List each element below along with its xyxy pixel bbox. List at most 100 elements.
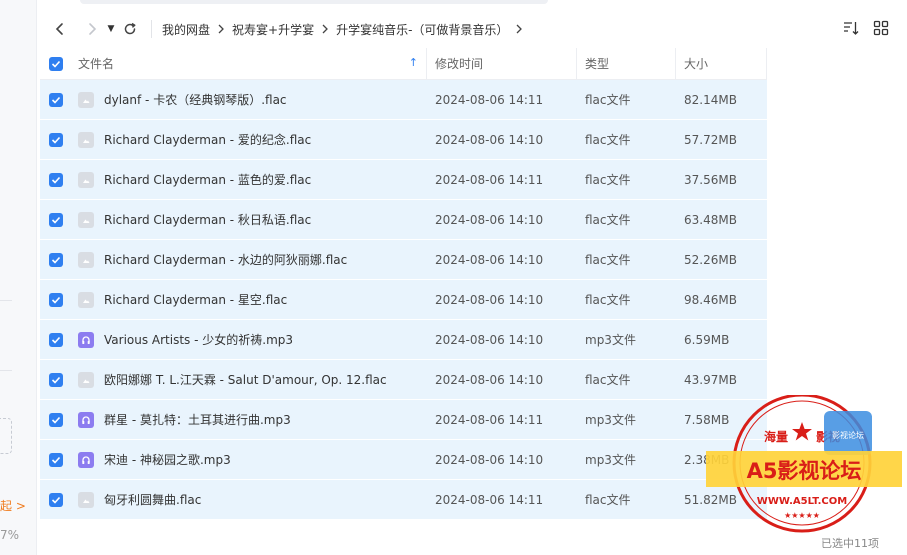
- file-type-cell: flac文件: [577, 120, 676, 159]
- file-type: mp3文件: [585, 413, 636, 427]
- modified-time-cell: 2024-08-06 14:10: [427, 240, 577, 279]
- file-type: flac文件: [585, 253, 631, 267]
- modified-time: 2024-08-06 14:10: [435, 372, 544, 387]
- file-icon: [83, 219, 90, 223]
- file-name-cell[interactable]: Richard Clayderman - 蓝色的爱.flac: [72, 160, 427, 199]
- row-checkbox[interactable]: [49, 452, 63, 467]
- file-name-cell[interactable]: Richard Clayderman - 秋日私语.flac: [72, 200, 427, 239]
- row-check-cell: [40, 80, 72, 119]
- file-name-cell[interactable]: 匈牙利圆舞曲.flac: [72, 480, 427, 519]
- breadcrumb: 我的网盘 祝寿宴+升学宴 升学宴纯音乐-（可做背景音乐）: [162, 21, 530, 38]
- table-row[interactable]: Various Artists - 少女的祈祷.mp3 2024-08-06 14…: [40, 320, 767, 360]
- file-name: Richard Clayderman - 蓝色的爱.flac: [104, 173, 312, 187]
- sidebar-fragment: 7%: [0, 528, 20, 542]
- file-type: flac文件: [585, 373, 631, 387]
- row-check-cell: [40, 240, 72, 279]
- row-checkbox[interactable]: [49, 332, 63, 347]
- row-check-cell: [40, 400, 72, 439]
- file-name-cell[interactable]: dylanf - 卡农（经典钢琴版）.flac: [72, 80, 427, 119]
- headphones-icon: [82, 335, 90, 344]
- sidebar-divider: [0, 370, 12, 371]
- grid-view-icon[interactable]: [873, 20, 889, 36]
- file-name-cell[interactable]: 宋迪 - 神秘园之歌.mp3: [72, 440, 427, 479]
- file-size-cell: 52.26MB: [676, 240, 767, 279]
- table-header: 文件名 ↑ 修改时间 类型 大小: [40, 48, 767, 80]
- column-header-label: 修改时间: [435, 57, 484, 71]
- modified-time-cell: 2024-08-06 14:10: [427, 440, 577, 479]
- file-name-cell[interactable]: 欧阳娜娜 T. L.江天霖 - Salut D'amour, Op. 12.fl…: [72, 360, 427, 399]
- table-row[interactable]: Richard Clayderman - 秋日私语.flac 2024-08-06…: [40, 200, 767, 240]
- row-checkbox[interactable]: [49, 212, 63, 227]
- modified-time: 2024-08-06 14:11: [435, 172, 544, 187]
- breadcrumb-separator-icon[interactable]: [515, 24, 523, 34]
- file-type-cell: mp3文件: [577, 320, 676, 359]
- back-button[interactable]: [47, 16, 73, 42]
- file-name: Richard Clayderman - 爱的纪念.flac: [104, 133, 312, 147]
- table-row[interactable]: 群星 - 莫扎特：土耳其进行曲.mp3 2024-08-06 14:11 mp3文件…: [40, 400, 767, 440]
- forum-watermark-stamp: 海量 影视 影视论坛 A5影视论坛 WWW.A5LT.COM ★★★★★: [706, 395, 902, 533]
- row-checkbox[interactable]: [49, 412, 63, 427]
- table-row[interactable]: 匈牙利圆舞曲.flac 2024-08-06 14:11 flac文件 51.82MB: [40, 480, 767, 520]
- file-type: mp3文件: [585, 333, 636, 347]
- file-type-cell: mp3文件: [577, 400, 676, 439]
- file-type-cell: flac文件: [577, 480, 676, 519]
- row-checkbox[interactable]: [49, 292, 63, 307]
- file-type: flac文件: [585, 93, 631, 107]
- row-check-cell: [40, 200, 72, 239]
- column-header-type[interactable]: 类型: [577, 48, 676, 79]
- sort-icon[interactable]: [843, 20, 859, 36]
- table-row[interactable]: Richard Clayderman - 水边的阿狄丽娜.flac 2024-08…: [40, 240, 767, 280]
- stamp-stars: ★★★★★: [784, 511, 820, 520]
- row-checkbox[interactable]: [49, 252, 63, 267]
- file-size-cell: 63.48MB: [676, 200, 767, 239]
- file-name-cell[interactable]: Richard Clayderman - 星空.flac: [72, 280, 427, 319]
- stamp-url: WWW.A5LT.COM: [757, 496, 847, 507]
- sidebar-drop-zone[interactable]: [0, 418, 12, 454]
- breadcrumb-item[interactable]: 我的网盘: [162, 21, 210, 38]
- file-name-cell[interactable]: 群星 - 莫扎特：土耳其进行曲.mp3: [72, 400, 427, 439]
- refresh-button[interactable]: [117, 16, 143, 42]
- file-type-cell: flac文件: [577, 240, 676, 279]
- modified-time: 2024-08-06 14:10: [435, 132, 544, 147]
- row-checkbox[interactable]: [49, 92, 63, 107]
- history-dropdown-icon[interactable]: ▼: [105, 24, 117, 34]
- column-header-name[interactable]: 文件名 ↑: [72, 48, 427, 79]
- table-row[interactable]: 宋迪 - 神秘园之歌.mp32024-08-06 14:10mp3文件2.38M…: [40, 440, 767, 480]
- modified-time: 2024-08-06 14:10: [435, 212, 544, 227]
- flac-file-icon: [78, 91, 94, 108]
- select-all-checkbox[interactable]: [49, 56, 63, 71]
- row-checkbox[interactable]: [49, 492, 63, 507]
- table-row[interactable]: Richard Clayderman - 爱的纪念.flac 2024-08-06…: [40, 120, 767, 160]
- file-type: flac文件: [585, 493, 631, 507]
- column-header-size[interactable]: 大小: [676, 48, 767, 79]
- row-checkbox[interactable]: [49, 372, 63, 387]
- file-name-cell[interactable]: Various Artists - 少女的祈祷.mp3: [72, 320, 427, 359]
- file-icon: [83, 99, 90, 103]
- toolbar: ▼ 我的网盘 祝寿宴+升学宴 升学宴纯音乐-（可做背景音乐）: [37, 10, 907, 48]
- row-checkbox[interactable]: [49, 132, 63, 147]
- file-name-cell[interactable]: Richard Clayderman - 水边的阿狄丽娜.flac: [72, 240, 427, 279]
- table-row[interactable]: Richard Clayderman - 星空.flac 2024-08-06 1…: [40, 280, 767, 320]
- file-size: 43.97MB: [684, 372, 737, 387]
- forward-button[interactable]: [79, 16, 105, 42]
- table-row[interactable]: dylanf - 卡农（经典钢琴版）.flac 2024-08-06 14:11 f…: [40, 80, 767, 120]
- file-icon: [83, 499, 90, 503]
- table-body: dylanf - 卡农（经典钢琴版）.flac 2024-08-06 14:11 f…: [40, 80, 767, 520]
- file-size: 82.14MB: [684, 92, 737, 107]
- table-row[interactable]: Richard Clayderman - 蓝色的爱.flac 2024-08-06…: [40, 160, 767, 200]
- row-checkbox[interactable]: [49, 172, 63, 187]
- sidebar-fragment[interactable]: 起 >: [0, 497, 26, 514]
- file-name: 欧阳娜娜 T. L.江天霖 - Salut D'amour, Op. 12.fl…: [104, 373, 387, 387]
- stamp-badge-text: 影视论坛: [832, 430, 864, 440]
- sidebar: 起 > 7%: [0, 0, 37, 555]
- breadcrumb-item[interactable]: 祝寿宴+升学宴: [232, 21, 314, 38]
- flac-file-icon: [78, 171, 94, 188]
- file-type-cell: flac文件: [577, 200, 676, 239]
- sidebar-divider: [0, 300, 12, 301]
- flac-file-icon: [78, 131, 94, 148]
- breadcrumb-item[interactable]: 升学宴纯音乐-（可做背景音乐）: [336, 21, 508, 38]
- modified-time-cell: 2024-08-06 14:10: [427, 320, 577, 359]
- column-header-modified[interactable]: 修改时间: [427, 48, 577, 79]
- file-name-cell[interactable]: Richard Clayderman - 爱的纪念.flac: [72, 120, 427, 159]
- table-row[interactable]: 欧阳娜娜 T. L.江天霖 - Salut D'amour, Op. 12.fl…: [40, 360, 767, 400]
